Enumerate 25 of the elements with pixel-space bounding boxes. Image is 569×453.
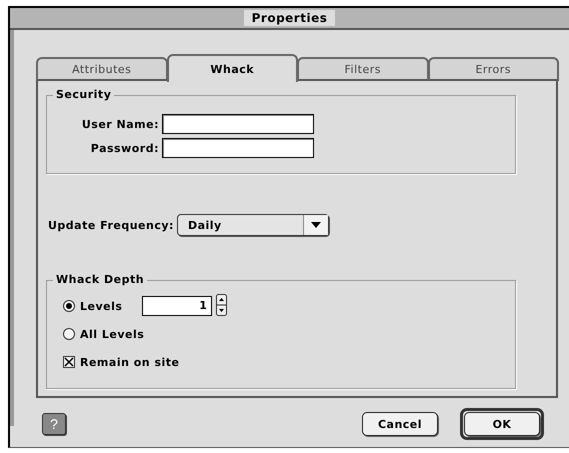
tab[interactable]: Filters bbox=[297, 57, 428, 81]
tab[interactable]: Whack bbox=[166, 54, 298, 82]
stepper-icon[interactable] bbox=[216, 294, 228, 316]
radio-label: Levels bbox=[80, 300, 122, 312]
field-label: Password: bbox=[90, 142, 159, 154]
field-label: User Name: bbox=[80, 118, 159, 130]
dropdown[interactable]: Daily bbox=[176, 214, 329, 236]
checkbox[interactable] bbox=[63, 356, 75, 368]
radio-button[interactable] bbox=[63, 328, 75, 340]
checkbox-label: Remain on site bbox=[80, 356, 180, 368]
tab[interactable]: Attributes bbox=[36, 57, 168, 81]
ok-button[interactable]: OK bbox=[464, 412, 540, 436]
number-field[interactable]: 1 bbox=[142, 296, 212, 316]
help-button[interactable]: ? bbox=[42, 413, 66, 435]
group-title: Whack Depth bbox=[53, 273, 148, 286]
input-field[interactable] bbox=[162, 138, 314, 158]
tab[interactable]: Errors bbox=[428, 57, 559, 81]
group-title: Security bbox=[53, 88, 114, 101]
cancel-button[interactable]: Cancel bbox=[362, 412, 438, 436]
radio-button[interactable] bbox=[63, 300, 75, 312]
radio-label: All Levels bbox=[80, 328, 144, 340]
input-field[interactable] bbox=[162, 114, 314, 134]
dropdown-arrow-icon bbox=[310, 222, 321, 228]
field-label: Update Frequency: bbox=[48, 218, 174, 232]
window-title: Properties bbox=[244, 10, 336, 26]
